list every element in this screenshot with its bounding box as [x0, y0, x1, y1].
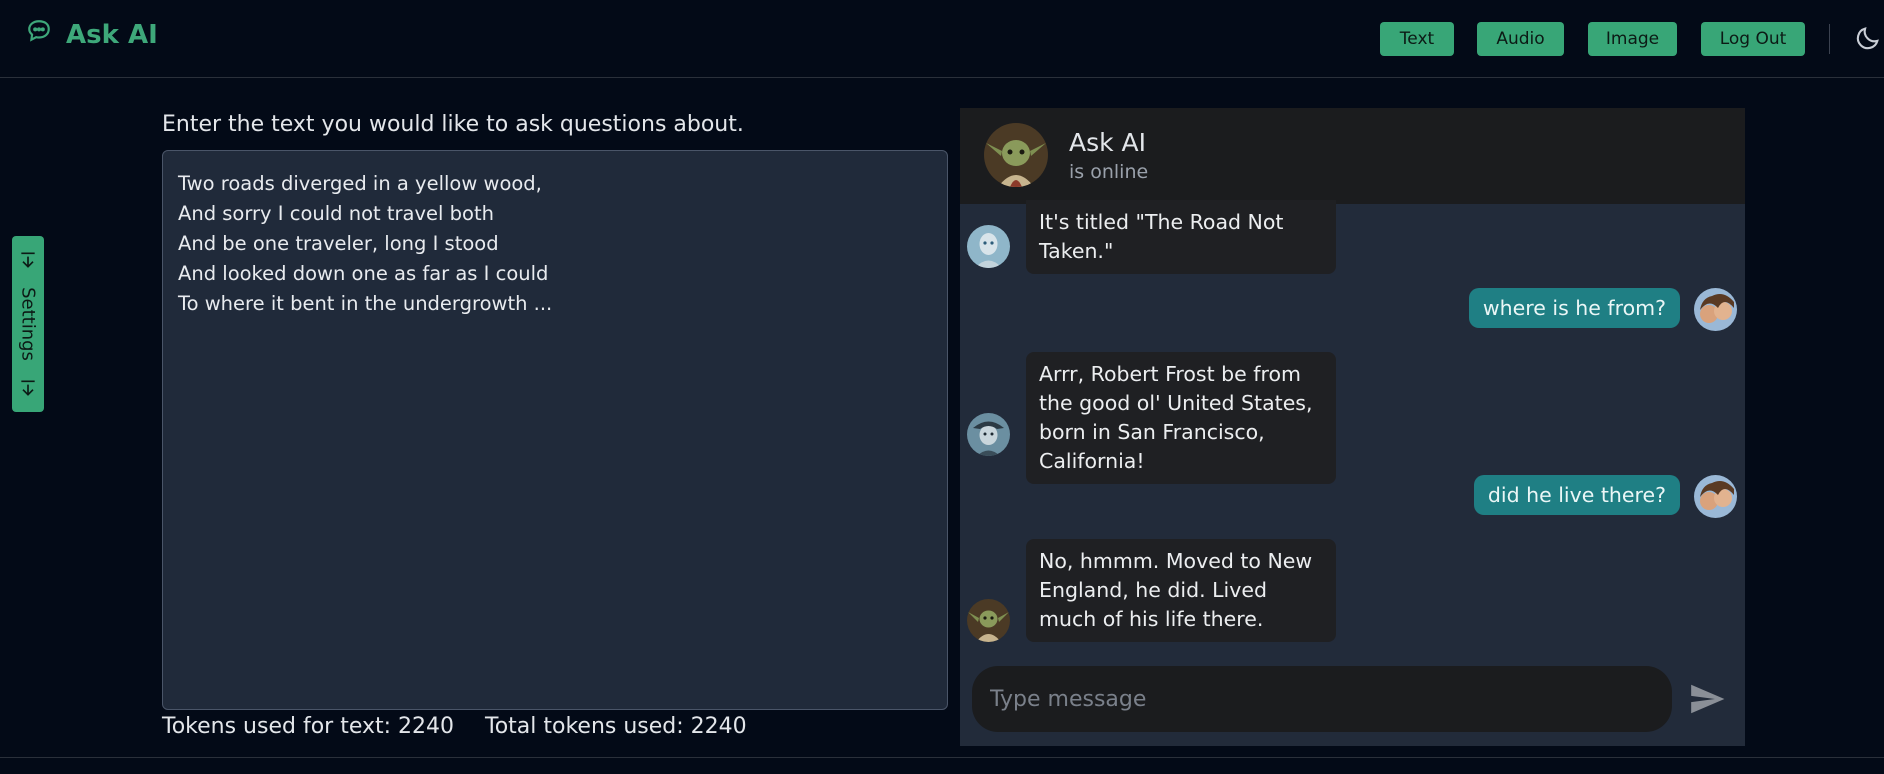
moon-icon[interactable] — [1854, 24, 1882, 52]
chat-title: Ask AI — [1069, 128, 1147, 157]
ai-message-bubble: Arrr, Robert Frost be from the good ol' … — [1026, 352, 1336, 484]
text-line: And sorry I could not travel both — [178, 202, 494, 225]
chat-status: is online — [1069, 161, 1149, 183]
tokens-total: Total tokens used: 2240 — [485, 714, 747, 739]
arrow-right-bar-icon — [21, 380, 35, 396]
chat-header: Ask AI is online — [960, 108, 1745, 204]
user-avatar — [1694, 288, 1737, 331]
chat-panel: Ask AI is online It's titled "The Road N… — [960, 108, 1745, 746]
text-line: Two roads diverged in a yellow wood, — [178, 172, 542, 195]
token-usage: Tokens used for text: 2240 Total tokens … — [162, 714, 747, 739]
message-input[interactable] — [972, 666, 1672, 732]
app-header: Ask AI Text Audio Image Log Out — [0, 0, 1884, 78]
robot-avatar — [967, 225, 1010, 268]
text-line: And be one traveler, long I stood — [178, 232, 499, 255]
ai-message-bubble: No, hmmm. Moved to New England, he did. … — [1026, 539, 1336, 642]
yoda-avatar — [967, 599, 1010, 642]
message-input-wrapper — [972, 666, 1672, 732]
settings-label: Settings — [17, 287, 39, 361]
nav-text-button[interactable]: Text — [1380, 22, 1454, 56]
text-line: To where it bent in the undergrowth ... — [178, 292, 553, 315]
send-icon[interactable] — [1688, 680, 1726, 718]
brand[interactable]: Ask AI — [26, 20, 158, 50]
footer-divider — [0, 757, 1884, 758]
nav-image-button[interactable]: Image — [1588, 22, 1677, 56]
nav-audio-button[interactable]: Audio — [1477, 22, 1564, 56]
ai-message-bubble: It's titled "The Road Not Taken." — [1026, 200, 1336, 274]
logout-button[interactable]: Log Out — [1701, 22, 1805, 56]
pirate-avatar — [967, 413, 1010, 456]
tokens-text: Tokens used for text: 2240 — [162, 714, 455, 739]
text-prompt-label: Enter the text you would like to ask que… — [162, 112, 744, 137]
user-message-bubble: where is he from? — [1468, 288, 1680, 328]
header-divider — [1829, 24, 1830, 54]
source-text-area[interactable]: Two roads diverged in a yellow wood, And… — [162, 150, 948, 710]
text-line: And looked down one as far as I could — [178, 262, 549, 285]
settings-tab[interactable]: Settings — [12, 236, 44, 412]
yoda-avatar — [984, 123, 1048, 187]
user-avatar — [1694, 475, 1737, 518]
user-message-bubble: did he live there? — [1473, 475, 1680, 515]
app-title: Ask AI — [66, 20, 158, 50]
arrow-right-bar-icon — [21, 252, 35, 268]
chat-bubble-icon — [28, 20, 50, 42]
